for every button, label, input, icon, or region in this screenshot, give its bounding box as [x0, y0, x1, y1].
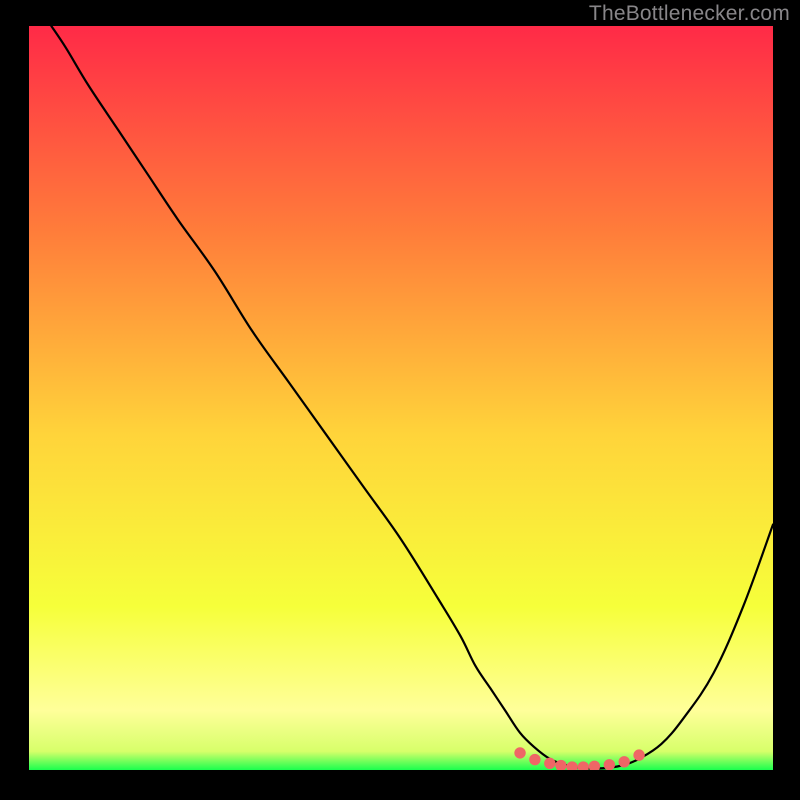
marker-point [604, 760, 614, 770]
marker-point [567, 762, 577, 770]
gradient-background [29, 26, 773, 770]
plot-svg [29, 26, 773, 770]
watermark-text: TheBottlenecker.com [589, 2, 790, 26]
marker-point [634, 750, 644, 760]
marker-point [545, 758, 555, 768]
marker-point [515, 748, 525, 758]
marker-point [556, 760, 566, 770]
marker-point [530, 754, 540, 764]
marker-point [619, 757, 629, 767]
chart-container: TheBottlenecker.com [0, 0, 800, 800]
plot-area [29, 26, 773, 770]
marker-point [589, 761, 599, 770]
marker-point [578, 762, 588, 770]
